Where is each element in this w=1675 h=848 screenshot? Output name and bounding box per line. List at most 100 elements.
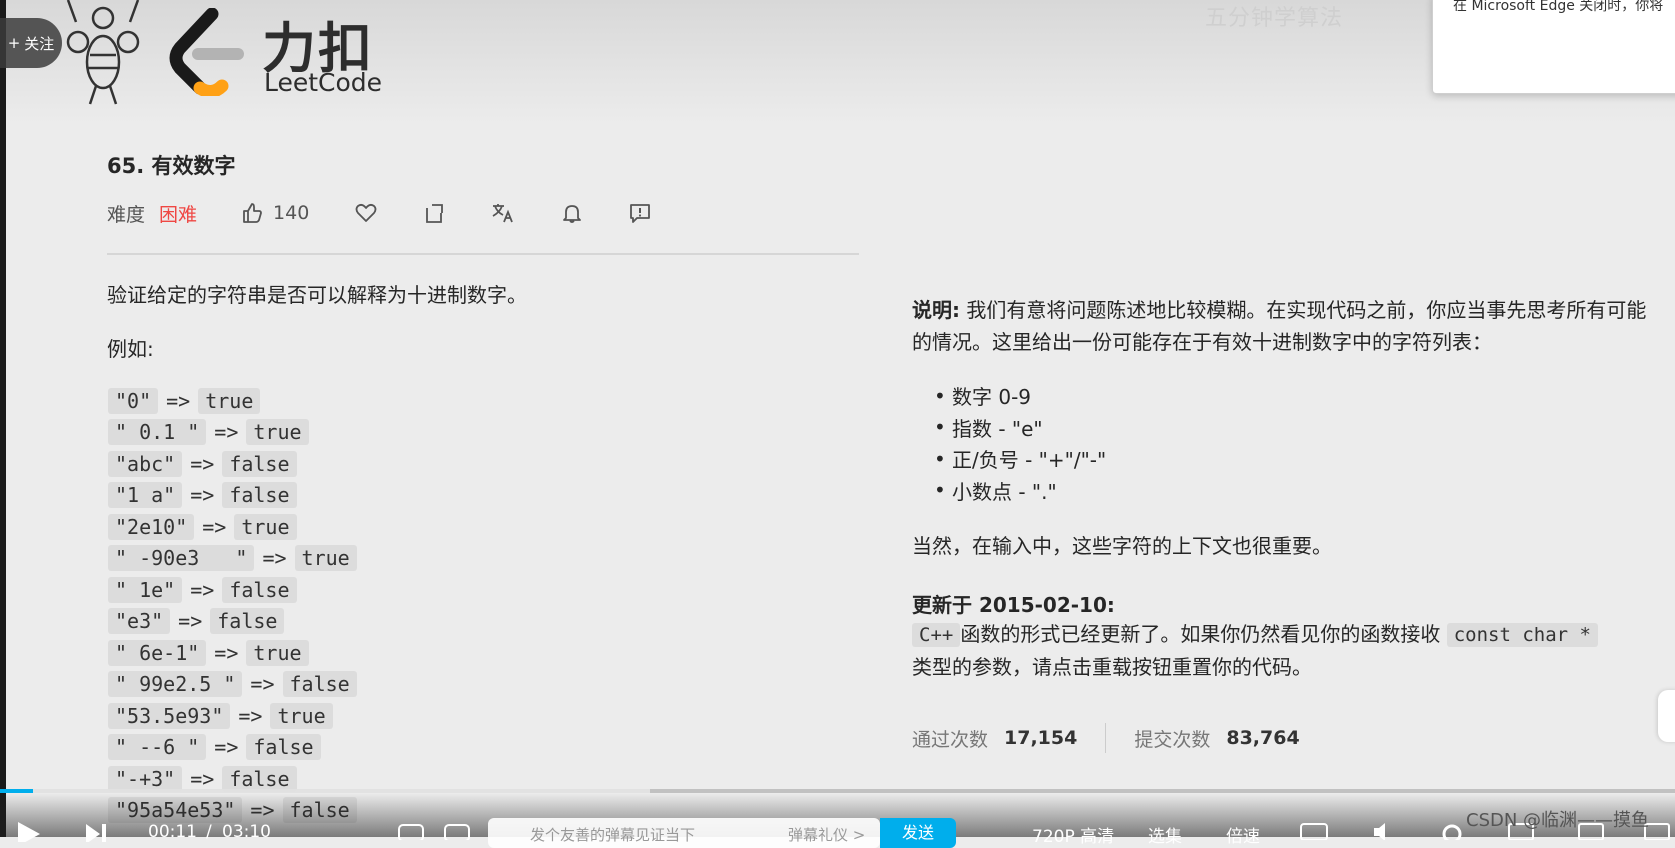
example-row: " 99e2.5 " => false xyxy=(108,669,357,701)
share-icon xyxy=(426,204,444,223)
example-arrow: => xyxy=(190,483,215,508)
example-input: " -90e3 " xyxy=(108,545,255,572)
share-button[interactable] xyxy=(423,202,445,224)
settings-icon[interactable] xyxy=(1440,822,1464,840)
current-time: 00:11 xyxy=(148,822,197,842)
difficulty-label: 难度 xyxy=(107,203,146,226)
example-output: true xyxy=(198,387,261,414)
example-input: "0" xyxy=(108,387,159,414)
speed-button[interactable]: 倍速 xyxy=(1226,822,1260,847)
example-row: "53.5e93" => true xyxy=(108,700,357,732)
volume-icon[interactable] xyxy=(1372,822,1398,840)
example-arrow: => xyxy=(190,766,215,791)
valid-char-list: 数字 0-9指数 - "e"正/负号 - "+"/"-"小数点 - "." xyxy=(934,380,1106,507)
submission-stats: 通过次数 17,154 提交次数 83,764 xyxy=(912,722,1300,754)
example-row: " -90e3 " => true xyxy=(108,543,357,575)
edge-notification-text: 在 Microsoft Edge 关闭时，你将 xyxy=(1453,0,1664,14)
example-input: "2e10" xyxy=(108,513,195,540)
send-danmaku-button[interactable]: 发送 xyxy=(880,818,956,848)
example-arrow: => xyxy=(190,577,215,602)
subscribe-button[interactable] xyxy=(561,202,583,224)
example-output: true xyxy=(234,513,297,540)
example-row: " 1e" => false xyxy=(108,574,357,606)
example-row: "2e10" => true xyxy=(108,511,357,543)
inline-code-const-char: const char * xyxy=(1446,623,1598,647)
danmaku-placeholder: 发个友善的弹幕见证当下 xyxy=(530,826,696,844)
problem-title: 65. 有效数字 xyxy=(107,154,236,178)
like-count: 140 xyxy=(273,202,310,224)
list-item: 小数点 - "." xyxy=(934,475,1106,507)
example-row: "abc" => false xyxy=(108,448,357,480)
example-input: " --6 " xyxy=(108,734,207,761)
danmaku-toggle-icon[interactable] xyxy=(398,822,424,840)
episodes-button[interactable]: 选集 xyxy=(1148,822,1182,847)
header-band xyxy=(6,0,1675,125)
example-row: "0" => true xyxy=(108,385,357,417)
example-row: " 6e-1" => true xyxy=(108,637,357,669)
like-button[interactable]: 140 xyxy=(241,202,309,224)
danmaku-settings-icon[interactable] xyxy=(444,822,470,840)
follow-label: 关注 xyxy=(24,34,55,53)
stats-divider xyxy=(1105,723,1107,753)
example-output: true xyxy=(294,545,357,572)
example-arrow: => xyxy=(202,514,227,539)
example-arrow: => xyxy=(238,703,263,728)
plus-icon: + xyxy=(7,34,21,52)
example-input: "1 a" xyxy=(108,482,183,509)
list-item: 正/负号 - "+"/"-" xyxy=(934,443,1106,475)
bell-icon xyxy=(563,205,582,223)
heart-icon xyxy=(355,203,377,222)
inline-code-cpp: C++ xyxy=(912,623,961,647)
example-row: "e3" => false xyxy=(108,606,357,638)
feedback-icon xyxy=(630,204,651,223)
video-watermark: 五分钟学算法 xyxy=(1205,6,1344,31)
play-icon[interactable] xyxy=(16,822,42,842)
example-arrow: => xyxy=(214,640,239,665)
example-output: false xyxy=(246,734,321,761)
example-input: " 0.1 " xyxy=(108,419,207,446)
mascot-illustration xyxy=(66,0,140,105)
thumbs-up-icon xyxy=(243,203,262,223)
time-separator: / xyxy=(206,822,212,842)
note-text: 我们有意将问题陈述地比较模糊。在实现代码之前，你应当事先思考所有可能的情况。这里… xyxy=(912,298,1647,354)
example-arrow: => xyxy=(214,735,239,760)
example-output: false xyxy=(222,482,297,509)
example-input: "53.5e93" xyxy=(108,702,231,729)
example-output: true xyxy=(270,702,333,729)
favorite-button[interactable] xyxy=(355,202,377,224)
example-row: "1 a" => false xyxy=(108,480,357,512)
update-text-2: 类型的参数，请点击重载按钮重置你的代码。 xyxy=(912,655,1312,679)
list-item: 数字 0-9 xyxy=(934,380,1106,412)
example-output: false xyxy=(222,576,297,603)
side-panel-tab[interactable] xyxy=(1658,690,1675,742)
example-arrow: => xyxy=(190,451,215,476)
edge-notification[interactable]: 在 Microsoft Edge 关闭时，你将 xyxy=(1432,0,1675,94)
example-input: "-+3" xyxy=(108,765,183,792)
example-arrow: => xyxy=(178,609,203,634)
danmaku-etiquette-link[interactable]: 弹幕礼仪 > xyxy=(788,824,865,845)
translate-icon xyxy=(492,204,514,223)
left-edge-bar xyxy=(0,0,6,837)
example-output: true xyxy=(246,419,309,446)
example-label: 例如: xyxy=(107,337,154,361)
subtitle-icon[interactable] xyxy=(1300,822,1328,840)
example-row: " 0.1 " => true xyxy=(108,417,357,449)
next-icon[interactable] xyxy=(84,824,108,842)
submitted-label: 提交次数 xyxy=(1134,728,1211,751)
follow-button[interactable]: + 关注 xyxy=(0,18,62,68)
note-label: 说明: xyxy=(912,298,960,322)
list-item: 指数 - "e" xyxy=(934,412,1106,444)
example-row: " --6 " => false xyxy=(108,732,357,764)
accepted-count: 17,154 xyxy=(1004,727,1078,749)
quality-selector[interactable]: 720P 高清 xyxy=(1032,822,1114,847)
feedback-button[interactable] xyxy=(629,202,651,224)
example-output: true xyxy=(246,639,309,666)
csdn-watermark: CSDN @临渊——摸鱼 xyxy=(1466,810,1650,831)
difficulty-badge: 困难 xyxy=(159,203,198,226)
translate-button[interactable] xyxy=(491,202,515,224)
note-paragraph: 说明: 我们有意将问题陈述地比较模糊。在实现代码之前，你应当事先思考所有可能的情… xyxy=(912,294,1652,358)
example-list: "0" => true " 0.1 " => true "abc" => false "1 a" =… xyxy=(108,385,357,826)
example-input: "e3" xyxy=(108,608,171,635)
update-heading: 更新于 2015-02-10: xyxy=(912,593,1115,617)
danmaku-input[interactable]: 发个友善的弹幕见证当下 弹幕礼仪 > xyxy=(488,818,880,848)
